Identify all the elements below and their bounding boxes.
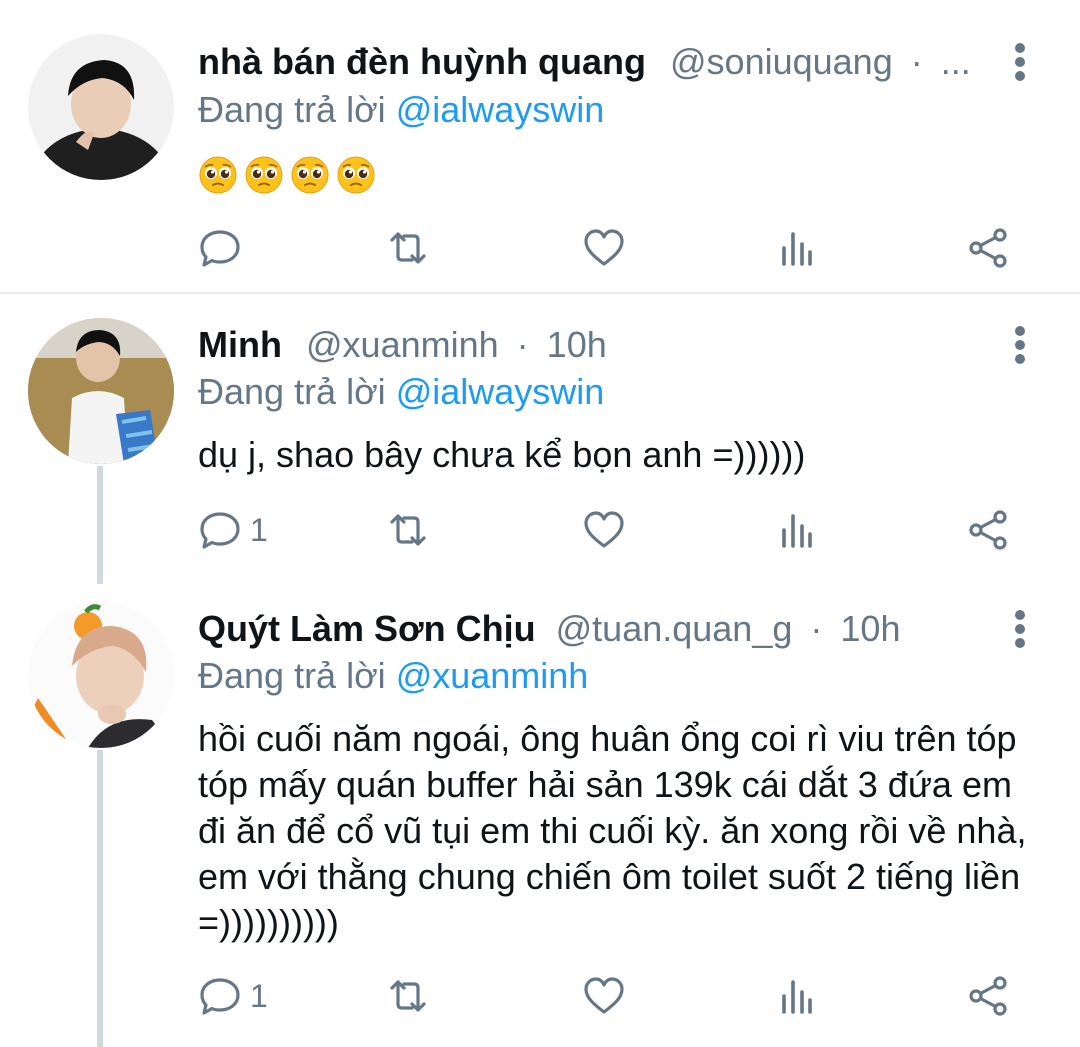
thread-line	[97, 750, 103, 1047]
share-icon	[969, 228, 1007, 268]
separator: ·	[810, 608, 823, 649]
tweet-body: hồi cuối năm ngoái, ông huân ổng coi rì …	[198, 718, 1027, 943]
reply-count: 1	[250, 511, 268, 548]
replying-to: Đang trả lời @ialwayswin	[198, 90, 604, 130]
tweet-header: Quýt Làm Sơn Chịu @tuan.quan_g · 10h	[198, 609, 900, 649]
pleading-face-emoji	[337, 156, 375, 194]
like-button[interactable]	[582, 508, 626, 552]
share-icon	[969, 510, 1007, 550]
replying-prefix: Đang trả lời	[198, 371, 396, 412]
mention-link[interactable]: @ialwayswin	[396, 371, 605, 412]
thread-line	[97, 466, 103, 584]
retweet-button[interactable]	[386, 508, 430, 552]
avatar[interactable]	[28, 318, 174, 464]
pleading-face-emoji	[291, 156, 329, 194]
replying-prefix: Đang trả lời	[198, 655, 396, 696]
separator: ·	[910, 41, 923, 82]
retweet-button[interactable]	[386, 974, 430, 1018]
avatar[interactable]	[28, 34, 174, 180]
more-icon[interactable]	[1005, 325, 1035, 365]
like-button[interactable]	[582, 226, 626, 270]
tweet-1[interactable]: nhà bán đèn huỳnh quang @soniuquang · ..…	[0, 0, 1080, 292]
share-button[interactable]	[966, 508, 1010, 552]
user-handle[interactable]: @xuanminh	[306, 324, 499, 365]
replying-to: Đang trả lời @xuanminh	[198, 656, 588, 696]
like-icon	[584, 229, 624, 266]
retweet-icon	[390, 232, 426, 264]
analytics-button[interactable]	[774, 226, 818, 270]
tweet-3[interactable]: Quýt Làm Sơn Chịu @tuan.quan_g · 10h Đan…	[0, 584, 1080, 1047]
avatar[interactable]	[28, 602, 174, 748]
analytics-button[interactable]	[774, 508, 818, 552]
share-icon	[969, 976, 1007, 1016]
timestamp: 10h	[546, 324, 607, 365]
analytics-icon	[782, 514, 812, 548]
pleading-face-emoji	[199, 156, 237, 194]
analytics-icon	[782, 232, 812, 266]
user-handle[interactable]: @soniuquang	[670, 41, 893, 82]
reply-count: 1	[250, 977, 268, 1014]
analytics-button[interactable]	[774, 974, 818, 1018]
display-name[interactable]: nhà bán đèn huỳnh quang	[198, 41, 646, 82]
reply-button[interactable]: 1	[198, 974, 268, 1018]
user-handle[interactable]: @tuan.quan_g	[556, 608, 793, 649]
retweet-icon	[390, 514, 426, 546]
reply-icon	[200, 230, 240, 267]
action-bar: 1	[198, 508, 1018, 552]
timestamp: ...	[940, 41, 971, 82]
reply-button[interactable]: 1	[198, 508, 268, 552]
timestamp: 10h	[840, 608, 901, 649]
tweet-header: Minh @xuanminh · 10h	[198, 325, 607, 365]
retweet-button[interactable]	[386, 226, 430, 270]
like-icon	[584, 977, 624, 1014]
mention-link[interactable]: @ialwayswin	[396, 89, 605, 130]
more-icon[interactable]	[1005, 609, 1035, 649]
replying-to: Đang trả lời @ialwayswin	[198, 372, 604, 412]
tweet-2[interactable]: Minh @xuanminh · 10h Đang trả lời @ialwa…	[0, 294, 1080, 584]
reply-icon	[200, 512, 240, 549]
action-bar: 1	[198, 974, 1018, 1018]
share-button[interactable]	[966, 226, 1010, 270]
tweet-header: nhà bán đèn huỳnh quang @soniuquang · ..…	[198, 42, 971, 82]
analytics-icon	[782, 980, 812, 1014]
mention-link[interactable]: @xuanminh	[396, 655, 589, 696]
pleading-face-emoji	[245, 156, 283, 194]
like-button[interactable]	[582, 974, 626, 1018]
retweet-icon	[390, 980, 426, 1012]
reply-button[interactable]	[198, 226, 250, 270]
share-button[interactable]	[966, 974, 1010, 1018]
like-icon	[584, 511, 624, 548]
separator: ·	[516, 324, 529, 365]
reply-icon	[200, 978, 240, 1015]
tweet-body	[198, 150, 1038, 196]
replying-prefix: Đang trả lời	[198, 89, 396, 130]
display-name[interactable]: Quýt Làm Sơn Chịu	[198, 608, 536, 649]
emoji-row	[198, 152, 382, 194]
display-name[interactable]: Minh	[198, 324, 282, 365]
more-icon[interactable]	[1005, 42, 1035, 82]
action-bar	[198, 226, 1018, 270]
tweet-body: dụ j, shao bây chưa kể bọn anh =))))))	[198, 434, 806, 475]
